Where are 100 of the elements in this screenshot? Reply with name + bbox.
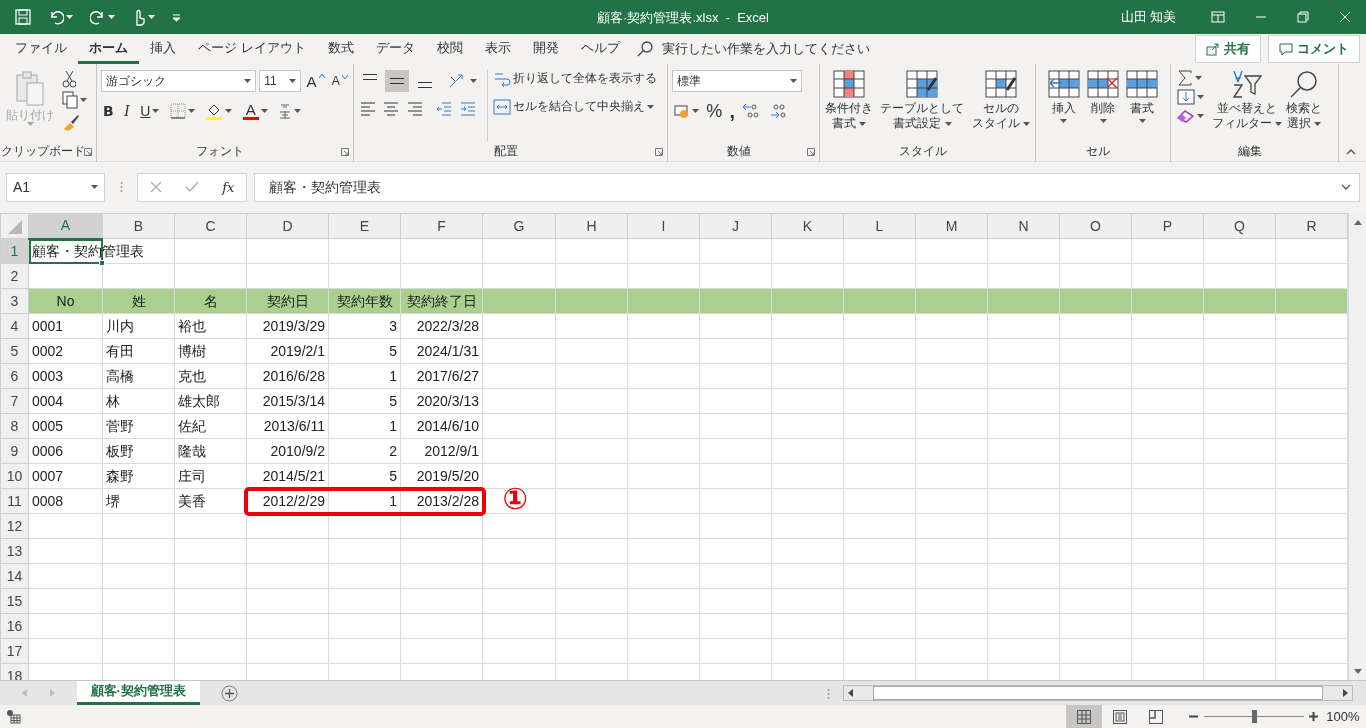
column-header[interactable]: D (246, 213, 329, 239)
copy-button[interactable] (60, 91, 89, 110)
ribbon-tab[interactable]: ページ レイアウト (187, 34, 317, 64)
borders-button[interactable] (167, 103, 197, 119)
comment-button[interactable]: コメント (1267, 35, 1360, 63)
ribbon-button[interactable]: 挿入 (1045, 70, 1082, 142)
row-header[interactable]: 14 (0, 563, 29, 589)
ribbon-display-button[interactable] (1209, 11, 1227, 23)
ribbon-button[interactable]: テーブルとして 書式設定 (878, 70, 967, 142)
ribbon-tab[interactable]: 挿入 (139, 34, 187, 64)
row-header[interactable]: 16 (0, 613, 29, 639)
column-header[interactable]: L (843, 213, 916, 239)
italic-button[interactable]: I (122, 104, 132, 118)
ribbon-tab[interactable]: ヘルプ (569, 34, 631, 64)
font-color-button[interactable]: A (240, 102, 270, 120)
accounting-button[interactable] (672, 104, 701, 118)
ribbon-button[interactable]: 条件付き 書式 (823, 70, 876, 142)
column-header[interactable]: O (1059, 213, 1132, 239)
sigma-icon (1177, 70, 1193, 86)
row-header[interactable]: 10 (0, 463, 29, 489)
column-header[interactable]: C (174, 213, 247, 239)
row-header[interactable]: 7 (0, 388, 29, 414)
caret-icon (260, 109, 268, 113)
column-header[interactable]: I (627, 213, 700, 239)
column-header[interactable]: B (102, 213, 175, 239)
table-cell: 板野 (106, 442, 134, 459)
ribbon-tab[interactable]: 開発 (521, 34, 570, 64)
column-header[interactable]: G (482, 213, 556, 239)
share-icon (1206, 42, 1220, 56)
ribbon-button[interactable]: セルの スタイル (969, 70, 1032, 142)
font-size-dropdown[interactable]: 11 (259, 70, 302, 92)
insert-function-button[interactable]: fx (220, 180, 237, 194)
column-header[interactable]: R (1275, 213, 1348, 239)
ribbon-tab[interactable]: 校閲 (425, 34, 474, 64)
sheet-tab[interactable]: 顧客·契約管理表 (76, 680, 200, 705)
column-header[interactable]: J (699, 213, 772, 239)
group-label: 配置 (493, 144, 518, 160)
row-header[interactable]: 11 (0, 488, 29, 514)
vertical-align-button[interactable] (385, 70, 410, 92)
ribbon-button[interactable]: 並べ替えと フィルター (1210, 70, 1285, 142)
restore-button[interactable] (1295, 11, 1311, 23)
redo-button[interactable] (88, 9, 117, 25)
row-header[interactable]: 3 (0, 288, 29, 314)
ribbon-button[interactable]: 書式 (1124, 70, 1161, 142)
row-header[interactable]: 1 (0, 238, 29, 264)
page-break-icon (1149, 709, 1164, 724)
row-header[interactable]: 9 (0, 438, 29, 464)
fill-color-button[interactable] (203, 102, 235, 120)
row-header[interactable]: 17 (0, 638, 29, 664)
font-name-dropdown[interactable]: 游ゴシック (101, 70, 256, 92)
tell-me-field[interactable]: 実行したい作業を入力してください (659, 38, 880, 60)
ribbon-tab[interactable]: 数式 (316, 34, 365, 64)
column-header[interactable]: E (328, 213, 401, 239)
launcher-icon[interactable] (84, 148, 92, 156)
ribbon-tab[interactable]: 表示 (473, 34, 522, 64)
merge-center-button[interactable]: セルを結合して中央揃え (490, 98, 659, 116)
row-header[interactable]: 8 (0, 413, 29, 439)
horizontal-scrollbar[interactable] (843, 685, 1353, 701)
close-icon (149, 181, 162, 193)
ribbon-button[interactable]: 検索と 選択 (1284, 70, 1325, 142)
horizontal-align-button[interactable] (358, 100, 378, 116)
fill-button[interactable] (1175, 89, 1206, 106)
number-format-dropdown[interactable]: 標準 (672, 70, 802, 92)
close-button[interactable] (1337, 11, 1353, 23)
row-header[interactable]: 15 (0, 588, 29, 614)
column-header[interactable]: M (915, 213, 988, 239)
name-box[interactable]: A1 (6, 172, 105, 202)
row-header[interactable]: 4 (0, 313, 29, 339)
column-header[interactable]: K (771, 213, 844, 239)
wrap-text-button[interactable]: 折り返して全体を表示する (490, 70, 659, 88)
launcher-icon[interactable] (655, 148, 663, 156)
shrink-font-button[interactable]: A (329, 75, 350, 87)
percent-button[interactable]: % (704, 102, 725, 120)
customize-button[interactable] (170, 12, 183, 22)
ribbon-tab[interactable]: ファイル (4, 34, 78, 64)
row-header[interactable]: 5 (0, 338, 29, 364)
launcher-icon[interactable] (807, 148, 815, 156)
grow-font-button[interactable]: A (304, 73, 327, 89)
formula-field[interactable]: 顧客・契約管理表 (253, 172, 1360, 202)
column-header[interactable]: P (1131, 213, 1204, 239)
underline-button[interactable]: U (138, 104, 162, 118)
column-header[interactable]: H (555, 213, 628, 239)
row-header[interactable]: 12 (0, 513, 29, 539)
share-button[interactable]: 共有 (1195, 35, 1261, 63)
ribbon-tab[interactable]: データ (364, 34, 426, 64)
bold-button[interactable]: B (101, 104, 116, 118)
column-header[interactable]: Q (1203, 213, 1276, 239)
row-header[interactable]: 6 (0, 363, 29, 389)
column-header[interactable]: N (987, 213, 1060, 239)
row-header[interactable]: 2 (0, 263, 29, 289)
view-button[interactable] (1066, 705, 1103, 728)
column-header[interactable]: A (28, 213, 103, 239)
add-sheet-button[interactable] (219, 684, 241, 702)
save-button[interactable] (13, 9, 33, 25)
column-header[interactable]: F (400, 213, 483, 239)
launcher-icon[interactable] (341, 148, 349, 156)
zoom-in-button[interactable] (1306, 712, 1320, 721)
ribbon-button[interactable]: 削除 (1085, 70, 1121, 142)
row-header[interactable]: 13 (0, 538, 29, 564)
clear-button[interactable] (1175, 108, 1206, 123)
